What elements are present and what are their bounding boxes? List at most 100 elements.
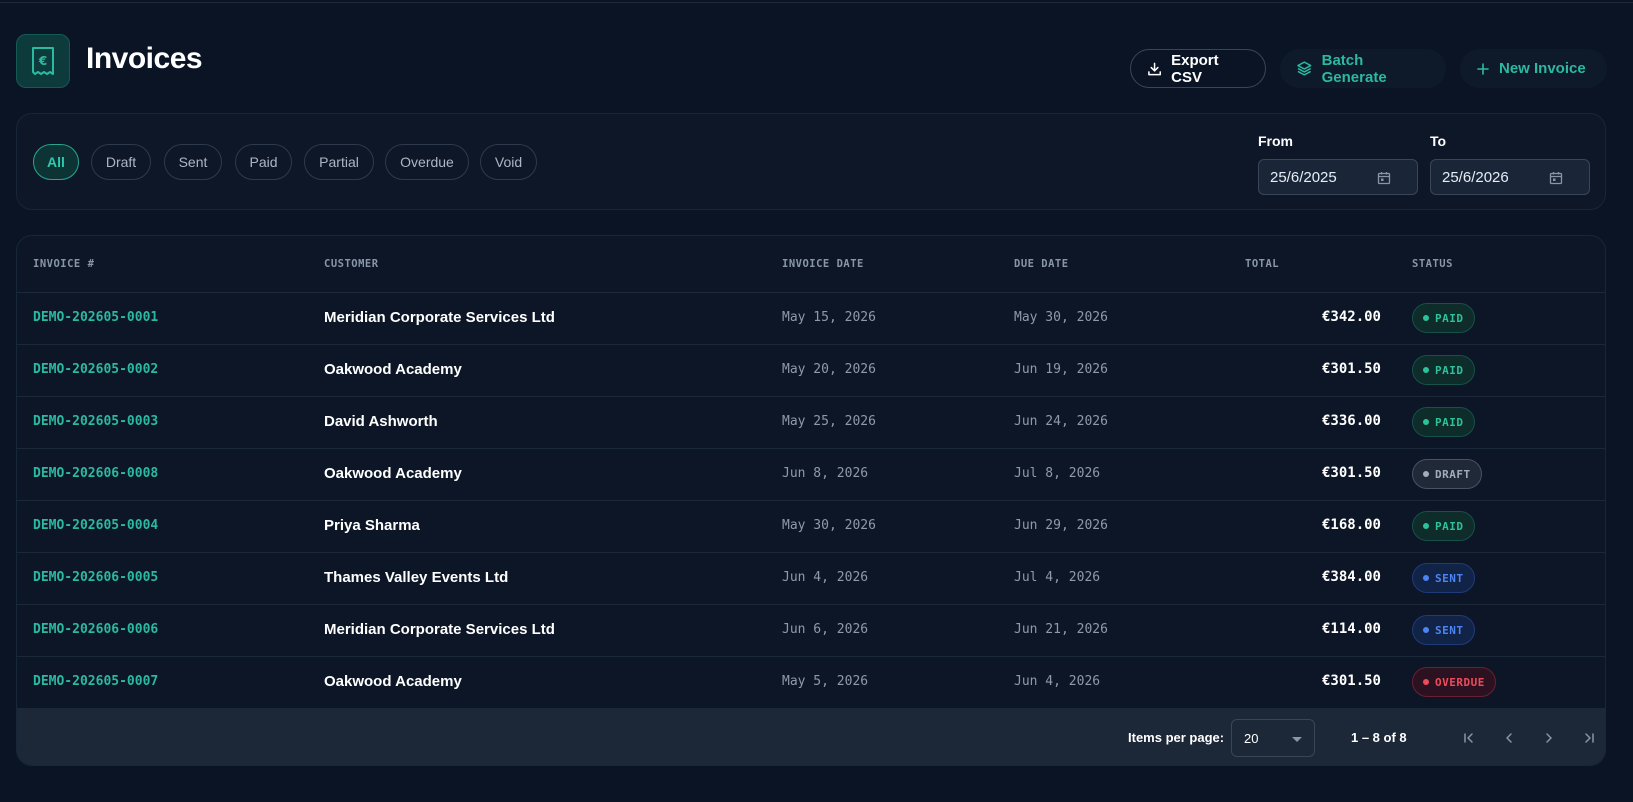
status-badge: DRAFT [1412,459,1482,489]
status-dot-icon [1423,679,1429,685]
status-badge: PAID [1412,511,1475,541]
status-badge: PAID [1412,407,1475,437]
invoice-table: INVOICE # CUSTOMER INVOICE DATE DUE DATE… [16,235,1606,766]
filter-chip-overdue[interactable]: Overdue [385,144,469,180]
column-header-invoice[interactable]: INVOICE # [33,258,94,270]
table-row[interactable]: DEMO-202605-0007 Oakwood Academy May 5, 20… [17,657,1605,709]
filter-chip-paid[interactable]: Paid [235,144,292,180]
status-dot-icon [1423,575,1429,581]
first-page-icon [1464,733,1473,743]
table-row[interactable]: DEMO-202605-0002 Oakwood Academy May 20, 2… [17,345,1605,397]
items-per-page-value: 20 [1244,730,1259,746]
status-badge-label: SENT [1435,623,1464,637]
column-header-invoice-date[interactable]: INVOICE DATE [782,258,864,270]
status-dot-icon [1423,419,1429,425]
table-header: INVOICE # CUSTOMER INVOICE DATE DUE DATE… [17,236,1605,293]
invoice-total: €301.50 [1321,673,1381,689]
table-row[interactable]: DEMO-202605-0003 David Ashworth May 25, 20… [17,397,1605,449]
table-row[interactable]: DEMO-202606-0008 Oakwood Academy Jun 8, 20… [17,449,1605,501]
customer-name: Thames Valley Events Ltd [324,569,509,586]
invoice-date: May 25, 2026 [782,414,876,429]
invoice-total: €301.50 [1321,361,1381,377]
invoice-total: €301.50 [1321,465,1381,481]
invoice-number-link[interactable]: DEMO-202605-0003 [33,414,158,429]
due-date: Jun 4, 2026 [1014,674,1101,689]
new-invoice-label: New Invoice [1499,60,1586,77]
invoice-number-link[interactable]: DEMO-202606-0008 [33,466,158,481]
column-header-status[interactable]: STATUS [1412,258,1453,270]
plus-icon [1477,62,1489,75]
status-badge: PAID [1412,355,1475,385]
invoice-logo: € [16,34,70,88]
new-invoice-button[interactable]: New Invoice [1460,49,1607,88]
status-badge-label: PAID [1435,519,1464,533]
filter-panel: All Draft Sent Paid Partial Overdue Void… [16,113,1606,210]
last-page-button[interactable] [1577,726,1601,750]
due-date: Jun 19, 2026 [1014,362,1108,377]
export-csv-button[interactable]: Export CSV [1130,49,1266,88]
due-date: Jun 29, 2026 [1014,518,1108,533]
status-badge-label: PAID [1435,415,1464,429]
invoice-number-link[interactable]: DEMO-202605-0004 [33,518,158,533]
invoice-number-link[interactable]: DEMO-202606-0005 [33,570,158,585]
customer-name: Meridian Corporate Services Ltd [324,309,555,326]
dropdown-caret-icon [1292,737,1302,742]
table-row[interactable]: DEMO-202606-0005 Thames Valley Events Ltd… [17,553,1605,605]
items-per-page-select[interactable]: 20 [1231,719,1315,757]
due-date: Jun 24, 2026 [1014,414,1108,429]
filter-chip-void[interactable]: Void [480,144,537,180]
from-date-value: 25/6/2025 [1270,168,1337,186]
invoice-total: €384.00 [1321,569,1381,585]
status-badge: OVERDUE [1412,667,1496,697]
calendar-icon[interactable] [1377,171,1391,185]
invoice-total: €168.00 [1321,517,1381,533]
next-page-button[interactable] [1537,726,1561,750]
from-date-field[interactable]: 25/6/2025 [1258,159,1418,195]
customer-name: Oakwood Academy [324,465,462,482]
items-per-page-label: Items per page: [1128,730,1225,745]
invoice-total: €336.00 [1321,413,1381,429]
filter-chip-sent[interactable]: Sent [164,144,222,180]
pagination-range: 1 – 8 of 8 [1351,730,1407,745]
first-page-button[interactable] [1457,726,1481,750]
invoice-number-link[interactable]: DEMO-202605-0001 [33,310,158,325]
batch-generate-label: Batch Generate [1321,51,1387,86]
table-row[interactable]: DEMO-202605-0004 Priya Sharma May 30, 2026… [17,501,1605,553]
calendar-icon[interactable] [1549,171,1563,185]
invoice-date: May 30, 2026 [782,518,876,533]
due-date: Jul 4, 2026 [1014,570,1101,585]
svg-text:€: € [38,54,47,68]
status-badge-label: SENT [1435,571,1464,585]
batch-generate-button[interactable]: Batch Generate [1280,49,1446,88]
due-date: Jun 21, 2026 [1014,622,1108,637]
invoice-date: May 20, 2026 [782,362,876,377]
invoice-date: May 15, 2026 [782,310,876,325]
layers-icon [1297,61,1312,76]
top-divider [0,2,1633,3]
status-badge-label: DRAFT [1435,467,1471,481]
table-row[interactable]: DEMO-202605-0001 Meridian Corporate Servi… [17,293,1605,345]
chevron-left-icon [1506,733,1512,743]
customer-name: Meridian Corporate Services Ltd [324,621,555,638]
status-badge-label: PAID [1435,363,1464,377]
column-header-due-date[interactable]: DUE DATE [1014,258,1069,270]
pagination-bar: Items per page: 20 1 – 8 of 8 [17,709,1605,765]
invoice-total: €114.00 [1321,621,1381,637]
invoice-number-link[interactable]: DEMO-202606-0006 [33,622,158,637]
to-date-field[interactable]: 25/6/2026 [1430,159,1590,195]
invoice-date: Jun 4, 2026 [782,570,869,585]
filter-chip-partial[interactable]: Partial [304,144,374,180]
invoice-total: €342.00 [1321,309,1381,325]
invoice-number-link[interactable]: DEMO-202605-0002 [33,362,158,377]
status-dot-icon [1423,367,1429,373]
previous-page-button[interactable] [1497,726,1521,750]
customer-name: Oakwood Academy [324,361,462,378]
column-header-total[interactable]: TOTAL [1245,258,1279,270]
filter-chip-all[interactable]: All [33,144,79,180]
filter-chip-draft[interactable]: Draft [91,144,151,180]
invoice-date: Jun 8, 2026 [782,466,869,481]
invoice-number-link[interactable]: DEMO-202605-0007 [33,674,158,689]
column-header-customer[interactable]: CUSTOMER [324,258,379,270]
table-row[interactable]: DEMO-202606-0006 Meridian Corporate Servi… [17,605,1605,657]
status-dot-icon [1423,627,1429,633]
